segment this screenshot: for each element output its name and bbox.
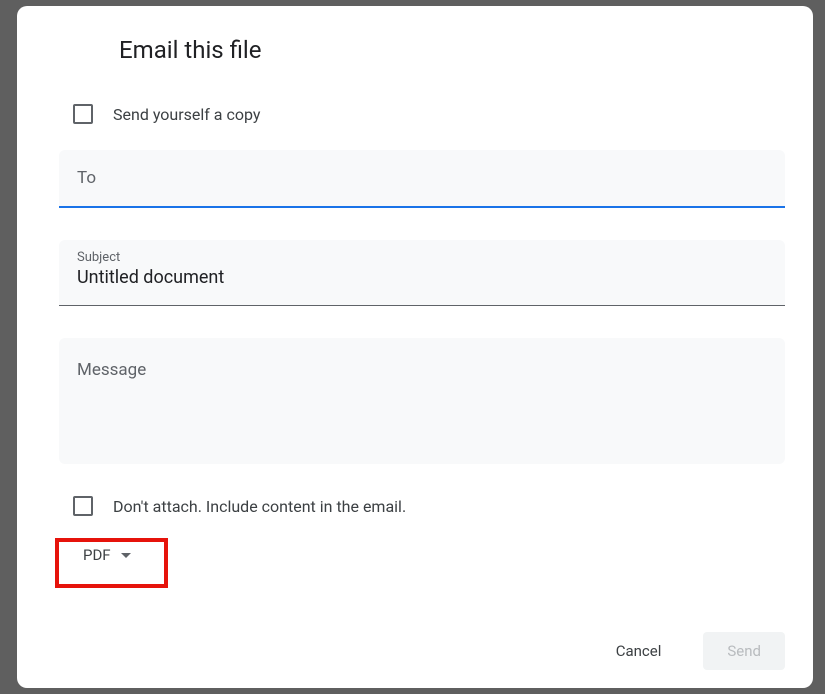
format-select-value: PDF bbox=[83, 546, 111, 564]
subject-field[interactable]: Subject Untitled document bbox=[59, 240, 785, 306]
dont-attach-checkbox[interactable] bbox=[73, 496, 93, 516]
dialog-actions: Cancel Send bbox=[592, 632, 785, 670]
send-self-copy-row: Send yourself a copy bbox=[59, 104, 785, 124]
send-self-copy-label: Send yourself a copy bbox=[113, 105, 260, 124]
dialog-body: Send yourself a copy To Subject Untitled… bbox=[17, 64, 813, 572]
send-self-copy-checkbox[interactable] bbox=[73, 104, 93, 124]
format-select[interactable]: PDF bbox=[69, 538, 145, 572]
to-placeholder: To bbox=[77, 168, 96, 188]
message-field[interactable]: Message bbox=[59, 338, 785, 464]
chevron-down-icon bbox=[121, 553, 131, 558]
subject-value: Untitled document bbox=[77, 267, 767, 288]
dont-attach-row: Don't attach. Include content in the ema… bbox=[59, 496, 785, 516]
message-placeholder: Message bbox=[77, 360, 146, 380]
cancel-button[interactable]: Cancel bbox=[592, 632, 686, 670]
to-field[interactable]: To bbox=[59, 150, 785, 208]
dialog-title: Email this file bbox=[17, 6, 813, 64]
subject-label: Subject bbox=[77, 250, 767, 265]
send-button[interactable]: Send bbox=[703, 632, 785, 670]
email-file-dialog: Email this file Send yourself a copy To … bbox=[17, 6, 813, 688]
dont-attach-label: Don't attach. Include content in the ema… bbox=[113, 497, 406, 516]
